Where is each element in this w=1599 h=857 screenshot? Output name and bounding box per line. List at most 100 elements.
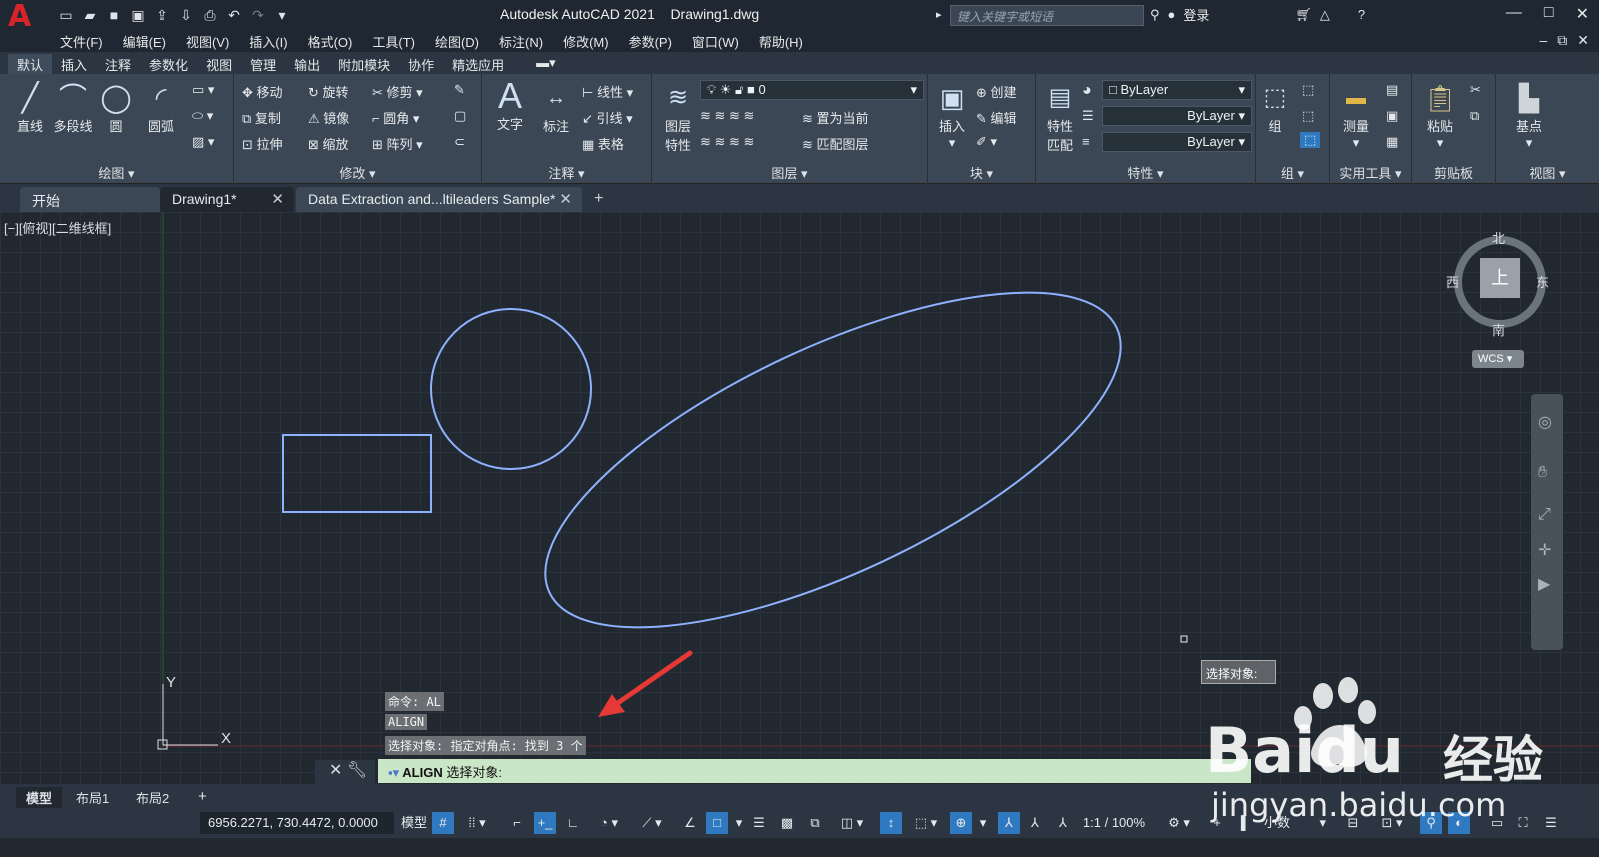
viewcube[interactable]: 上 北 南 西 东 WCS ▾ — [1446, 228, 1550, 368]
annotation-scale-icon[interactable]: ⅄ — [1052, 812, 1074, 834]
tab-view[interactable]: 视图 — [197, 54, 241, 75]
menu-window[interactable]: 窗口(W) — [692, 32, 739, 51]
menu-modify[interactable]: 修改(M) — [563, 32, 609, 51]
paste-button[interactable]: 📋︎ 粘贴 ▾ — [1420, 80, 1460, 151]
array-button[interactable]: ⊞ 阵列 ▾ — [372, 134, 423, 153]
copy-clip-icon[interactable]: ⧉ — [1470, 108, 1479, 124]
quick-select-icon[interactable]: ▤ — [1386, 82, 1398, 98]
dynamic-ucs-icon[interactable]: ↕ — [880, 812, 902, 834]
osnap-menu-icon[interactable]: ▾ — [728, 812, 750, 834]
text-button[interactable]: A 文字 — [490, 78, 530, 133]
menu-insert[interactable]: 插入(I) — [249, 32, 287, 51]
panel-annotation-title[interactable]: 注释 ▾ — [482, 163, 651, 182]
offset-icon[interactable]: ⊂ — [454, 134, 465, 150]
doc-close-icon[interactable]: ✕ — [1577, 32, 1589, 49]
panel-utilities-title[interactable]: 实用工具 ▾ — [1330, 163, 1411, 182]
layer-properties-button[interactable]: ≋ 图层 特性 — [658, 80, 698, 154]
tab-parametric[interactable]: 参数化 — [140, 54, 197, 75]
layout-tab-model[interactable]: 模型 — [16, 787, 63, 808]
menu-file[interactable]: 文件(F) — [60, 32, 103, 51]
stretch-button[interactable]: ⊡ 拉伸 — [242, 134, 283, 153]
copy-button[interactable]: ⧉ 复制 — [242, 108, 281, 127]
color-dropdown[interactable]: □ ByLayer ▾ — [1102, 80, 1252, 100]
tab-insert[interactable]: 插入 — [52, 54, 96, 75]
explode-icon[interactable]: ▢ — [454, 108, 466, 124]
compass-east[interactable]: 东 — [1536, 272, 1549, 291]
orbit-icon[interactable]: ✛ — [1538, 540, 1551, 560]
table-button[interactable]: ▦ 表格 — [582, 134, 624, 153]
lineweight-toggle-icon[interactable]: ☰ — [748, 812, 770, 834]
open-icon[interactable]: ▰ — [80, 5, 100, 25]
rectangle-icon[interactable]: ▭ ▾ — [192, 82, 214, 98]
trim-button[interactable]: ✂ 修剪 ▾ — [372, 82, 423, 101]
compass-west[interactable]: 西 — [1446, 272, 1459, 291]
save-as-icon[interactable]: ▣ — [128, 5, 148, 25]
cut-icon[interactable]: ✂ — [1470, 82, 1481, 98]
menu-help[interactable]: 帮助(H) — [759, 32, 803, 51]
isodraft-icon[interactable]: ⟋ ▾ — [638, 812, 666, 834]
layer-tools-row-2[interactable]: ≋ ≋ ≋ ≋ — [700, 134, 754, 150]
panel-groups-title[interactable]: 组 ▾ — [1256, 163, 1329, 182]
annotation-scale-dropdown[interactable]: 1:1 / 100% ▾ — [1078, 812, 1150, 852]
panel-block-title[interactable]: 块 ▾ — [928, 163, 1035, 182]
zoom-extents-icon[interactable]: ⤢ — [1538, 506, 1551, 524]
undo-icon[interactable]: ↶ — [224, 5, 244, 25]
wcs-menu[interactable]: WCS ▾ — [1472, 350, 1524, 368]
line-button[interactable]: ╱ 直线 — [10, 80, 50, 135]
export-icon[interactable]: ⇪ — [152, 5, 172, 25]
dynamic-input-icon[interactable]: +_ — [534, 812, 556, 834]
dim-button[interactable]: ↔ 标注 — [536, 80, 576, 135]
tab-annotate[interactable]: 注释 — [96, 54, 140, 75]
ribbon-minimize-icon[interactable]: ▬▾ — [527, 54, 565, 75]
hatch-icon[interactable]: ▨ ▾ — [192, 134, 214, 150]
gizmo-icon[interactable]: ⊕ — [950, 812, 972, 834]
auto-scale-icon[interactable]: ⅄ — [1024, 812, 1046, 834]
autodesk-app-icon[interactable]: △ — [1320, 7, 1330, 23]
group-button[interactable]: ⬚ 组 — [1260, 80, 1290, 135]
fillet-button[interactable]: ⌐ 圆角 ▾ — [372, 108, 419, 127]
menu-format[interactable]: 格式(O) — [308, 32, 353, 51]
ellipse-shape[interactable] — [502, 225, 1165, 694]
arc-button[interactable]: ◜ 圆弧 — [140, 80, 182, 135]
3d-osnap-icon[interactable]: ◫ ▾ — [832, 812, 872, 834]
close-tab-icon[interactable]: ✕ — [271, 190, 284, 208]
user-icon[interactable]: ● — [1168, 7, 1176, 22]
help-icon[interactable]: ? — [1358, 7, 1365, 22]
steering-wheel-icon[interactable]: ◎ — [1538, 412, 1552, 432]
tab-collaborate[interactable]: 协作 — [399, 54, 443, 75]
save-icon[interactable]: ■ — [104, 5, 124, 25]
ellipse-icon[interactable]: ⬭ ▾ — [192, 108, 213, 124]
menu-edit[interactable]: 编辑(E) — [123, 32, 166, 51]
match-layer-button[interactable]: ≋ 匹配图层 — [802, 134, 869, 153]
customize-qat-icon[interactable]: ▾ — [272, 5, 292, 25]
doc-tab-start[interactable]: 开始 — [20, 187, 160, 212]
customize-command-icon[interactable]: 🔧︎ — [347, 762, 367, 779]
tab-output[interactable]: 输出 — [285, 54, 329, 75]
redo-icon[interactable]: ↷ — [248, 5, 268, 25]
autocad-logo-icon[interactable]: A — [8, 2, 42, 32]
minimize-icon[interactable]: — — [1506, 4, 1522, 24]
move-button[interactable]: ✥ 移动 — [242, 82, 283, 101]
search-icon[interactable]: ⚲ — [1150, 7, 1160, 23]
selection-filter-icon[interactable]: ⬚ ▾ — [906, 812, 946, 834]
layer-dropdown[interactable]: 💡︎ ☀ 🔓︎ ■ 0 ▾ — [700, 80, 924, 100]
transparency-icon[interactable]: ▩ — [776, 812, 798, 834]
workspace-gear-icon[interactable]: ⚙ ▾ — [1160, 812, 1198, 834]
tab-manage[interactable]: 管理 — [241, 54, 285, 75]
ungroup-icon[interactable]: ⬚ — [1302, 82, 1314, 98]
cart-icon[interactable]: 🛒︎ — [1295, 7, 1312, 23]
layer-tools-row-1[interactable]: ≋ ≋ ≋ ≋ — [700, 108, 754, 124]
menu-view[interactable]: 视图(V) — [186, 32, 229, 51]
object-snap-tracking-icon[interactable]: ∠ — [676, 812, 704, 834]
close-tab-icon[interactable]: ✕ — [559, 190, 572, 208]
doc-tab-drawing1[interactable]: Drawing1* ✕ — [160, 187, 294, 212]
base-view-button[interactable]: ▙ 基点 ▾ — [1506, 80, 1552, 151]
match-properties-button[interactable]: ▤ 特性 匹配 — [1040, 80, 1080, 154]
polar-tracking-icon[interactable]: ◔ ▾ — [590, 812, 628, 834]
block-attribute-icon[interactable]: ✐ ▾ — [976, 134, 997, 150]
circle-button[interactable]: ◯ 圆 — [100, 80, 132, 135]
group-edit-icon[interactable]: ⬚ — [1302, 108, 1314, 124]
doc-restore-icon[interactable]: ⧉ — [1557, 32, 1567, 49]
login-link[interactable]: 登录 — [1183, 5, 1209, 24]
infer-constraints-icon[interactable]: ⌐ — [506, 812, 528, 834]
